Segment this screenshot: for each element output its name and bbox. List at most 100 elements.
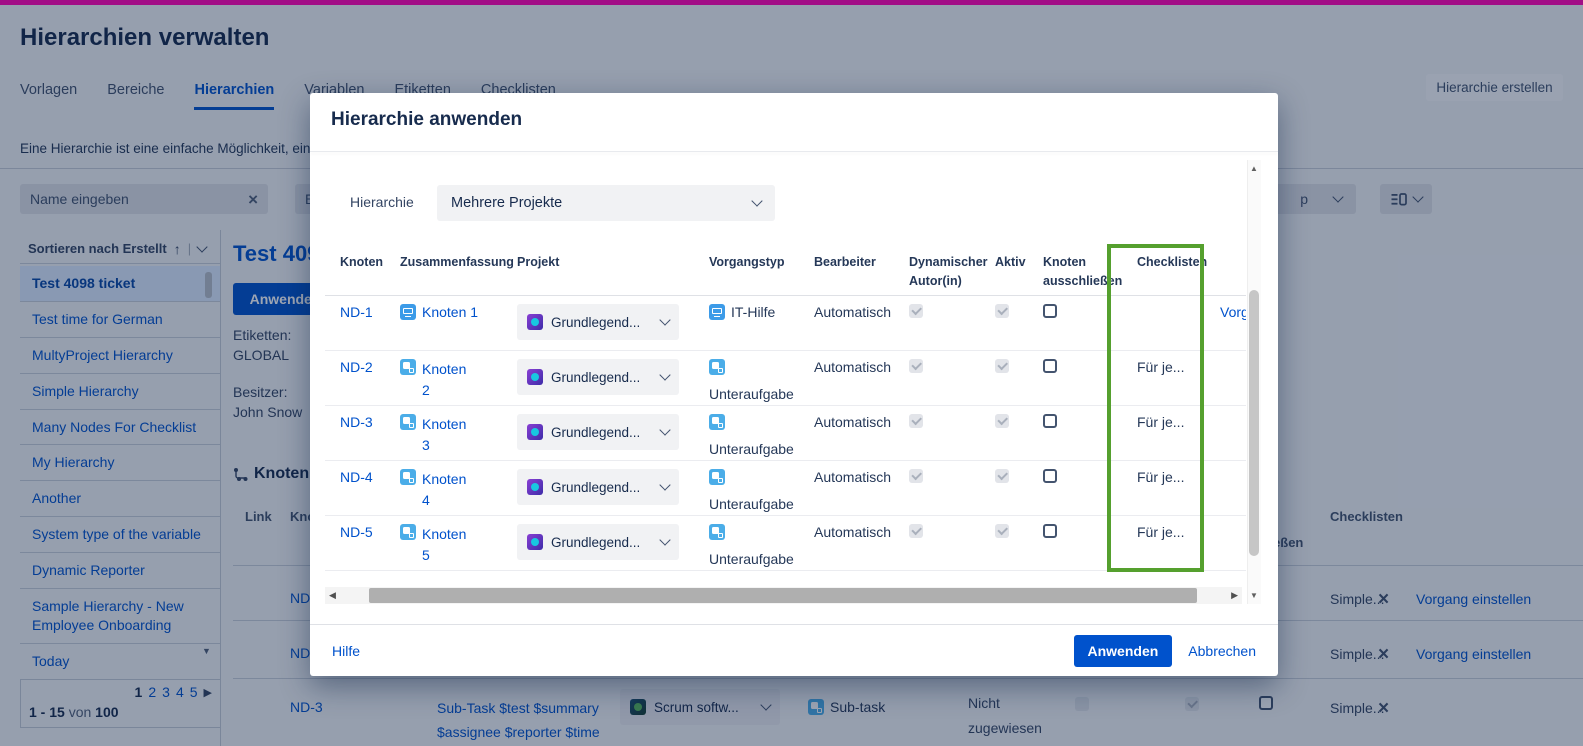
- subtask-icon: [709, 469, 725, 485]
- project-avatar-icon: [527, 369, 543, 385]
- project-avatar-icon: [527, 424, 543, 440]
- dynamic-author-checkbox: [909, 524, 923, 538]
- dynamic-author-checkbox: [909, 304, 923, 318]
- exclude-node-checkbox[interactable]: [1043, 304, 1057, 318]
- subtask-icon: [400, 359, 416, 375]
- exclude-node-checkbox[interactable]: [1043, 524, 1057, 538]
- chevron-down-icon: [659, 479, 670, 490]
- issuetype-cell: Unteraufgabe: [709, 359, 809, 402]
- issue-key-link[interactable]: ND-2: [340, 359, 373, 375]
- it-help-issuetype-icon: [709, 304, 725, 320]
- active-checkbox: [995, 524, 1009, 538]
- hierarchy-select[interactable]: Mehrere Projekte: [437, 185, 775, 221]
- subtask-icon: [709, 359, 725, 375]
- issue-key-link[interactable]: ND-1: [340, 304, 373, 320]
- summary-link[interactable]: Knoten 1: [422, 304, 478, 320]
- issuetype-label: Unteraufgabe: [709, 386, 809, 402]
- active-checkbox: [995, 469, 1009, 483]
- assignee-cell: Automatisch: [814, 359, 904, 375]
- issuetype-label: IT-Hilfe: [731, 304, 775, 320]
- exclude-node-checkbox[interactable]: [1043, 359, 1057, 373]
- apply-hierarchy-modal: Hierarchie anwenden Hierarchie Mehrere P…: [310, 93, 1278, 676]
- hierarchy-select-label: Hierarchie: [350, 194, 414, 210]
- subtask-icon: [400, 414, 416, 430]
- project-avatar-icon: [527, 534, 543, 550]
- issuetype-cell: Unteraufgabe: [709, 414, 809, 457]
- project-value: Grundlegend...: [551, 480, 653, 495]
- issuetype-label: Unteraufgabe: [709, 441, 809, 457]
- active-checkbox: [995, 359, 1009, 373]
- dynamic-author-checkbox: [909, 414, 923, 428]
- project-value: Grundlegend...: [551, 370, 653, 385]
- vertical-scrollbar-thumb[interactable]: [1249, 290, 1259, 556]
- issuetype-cell: IT-Hilfe: [709, 304, 809, 320]
- col-projekt: Projekt: [517, 253, 559, 272]
- summary-link[interactable]: Knoten 2: [422, 359, 474, 401]
- chevron-down-icon: [659, 424, 670, 435]
- scroll-right-icon[interactable]: ▶: [1231, 590, 1238, 601]
- subtask-icon: [709, 414, 725, 430]
- col-bearbeiter: Bearbeiter: [814, 253, 876, 272]
- horizontal-scrollbar-thumb[interactable]: [369, 588, 1197, 603]
- active-checkbox: [995, 304, 1009, 318]
- issue-key-link[interactable]: ND-5: [340, 524, 373, 540]
- modal-horizontal-scrollbar[interactable]: ◀ ▶: [325, 587, 1242, 604]
- issuetype-cell: Unteraufgabe: [709, 469, 809, 512]
- screen: Hierarchien verwalten Vorlagen Bereiche …: [0, 0, 1583, 746]
- issuetype-cell: Unteraufgabe: [709, 524, 809, 567]
- modal-footer: Hilfe Anwenden Abbrechen: [310, 624, 1278, 676]
- cancel-button[interactable]: Abbrechen: [1188, 643, 1256, 659]
- exclude-node-checkbox[interactable]: [1043, 469, 1057, 483]
- subtask-icon: [709, 524, 725, 540]
- modal-vertical-scrollbar[interactable]: ▲ ▼: [1247, 160, 1261, 604]
- issuetype-label: Unteraufgabe: [709, 496, 809, 512]
- project-value: Grundlegend...: [551, 315, 653, 330]
- col-zusammenfassung: Zusammenfassung: [400, 253, 514, 272]
- checklisten-annotation-box: [1107, 244, 1204, 572]
- assignee-cell: Automatisch: [814, 524, 904, 540]
- hierarchy-select-value: Mehrere Projekte: [451, 195, 562, 211]
- set-issue-link[interactable]: Vorgang einstellen: [1220, 304, 1246, 320]
- exclude-node-checkbox[interactable]: [1043, 414, 1057, 428]
- summary-link[interactable]: Knoten 4: [422, 469, 474, 511]
- it-help-issuetype-icon: [400, 304, 416, 320]
- issue-key-link[interactable]: ND-4: [340, 469, 373, 485]
- project-select[interactable]: Grundlegend...: [517, 304, 679, 340]
- dynamic-author-checkbox: [909, 469, 923, 483]
- col-vorgangstyp: Vorgangstyp: [709, 253, 784, 272]
- col-dynamischer-autor: Dynamischer Autor(in): [909, 253, 987, 292]
- assignee-cell: Automatisch: [814, 304, 904, 320]
- project-avatar-icon: [527, 314, 543, 330]
- project-avatar-icon: [527, 479, 543, 495]
- chevron-down-icon: [659, 534, 670, 545]
- summary-link[interactable]: Knoten 3: [422, 414, 474, 456]
- subtask-icon: [400, 524, 416, 540]
- modal-title: Hierarchie anwenden: [331, 109, 522, 131]
- project-value: Grundlegend...: [551, 425, 653, 440]
- issuetype-label: Unteraufgabe: [709, 551, 809, 567]
- project-select[interactable]: Grundlegend...: [517, 359, 679, 395]
- chevron-down-icon: [659, 314, 670, 325]
- project-value: Grundlegend...: [551, 535, 653, 550]
- top-accent-bar: [0, 0, 1583, 5]
- subtask-icon: [400, 469, 416, 485]
- assignee-cell: Automatisch: [814, 414, 904, 430]
- summary-link[interactable]: Knoten 5: [422, 524, 474, 566]
- project-select[interactable]: Grundlegend...: [517, 524, 679, 560]
- chevron-down-icon: [751, 195, 762, 206]
- modal-header-divider: [310, 151, 1278, 152]
- project-select[interactable]: Grundlegend...: [517, 469, 679, 505]
- issue-key-link[interactable]: ND-3: [340, 414, 373, 430]
- dynamic-author-checkbox: [909, 359, 923, 373]
- apply-button[interactable]: Anwenden: [1074, 635, 1173, 667]
- scroll-up-icon[interactable]: ▲: [1250, 164, 1258, 173]
- help-link[interactable]: Hilfe: [332, 643, 360, 659]
- project-select[interactable]: Grundlegend...: [517, 414, 679, 450]
- scroll-left-icon[interactable]: ◀: [329, 590, 336, 601]
- col-knoten: Knoten: [340, 253, 383, 272]
- chevron-down-icon: [659, 369, 670, 380]
- col-aktiv: Aktiv: [995, 253, 1026, 272]
- active-checkbox: [995, 414, 1009, 428]
- assignee-cell: Automatisch: [814, 469, 904, 485]
- scroll-down-icon[interactable]: ▼: [1250, 591, 1258, 600]
